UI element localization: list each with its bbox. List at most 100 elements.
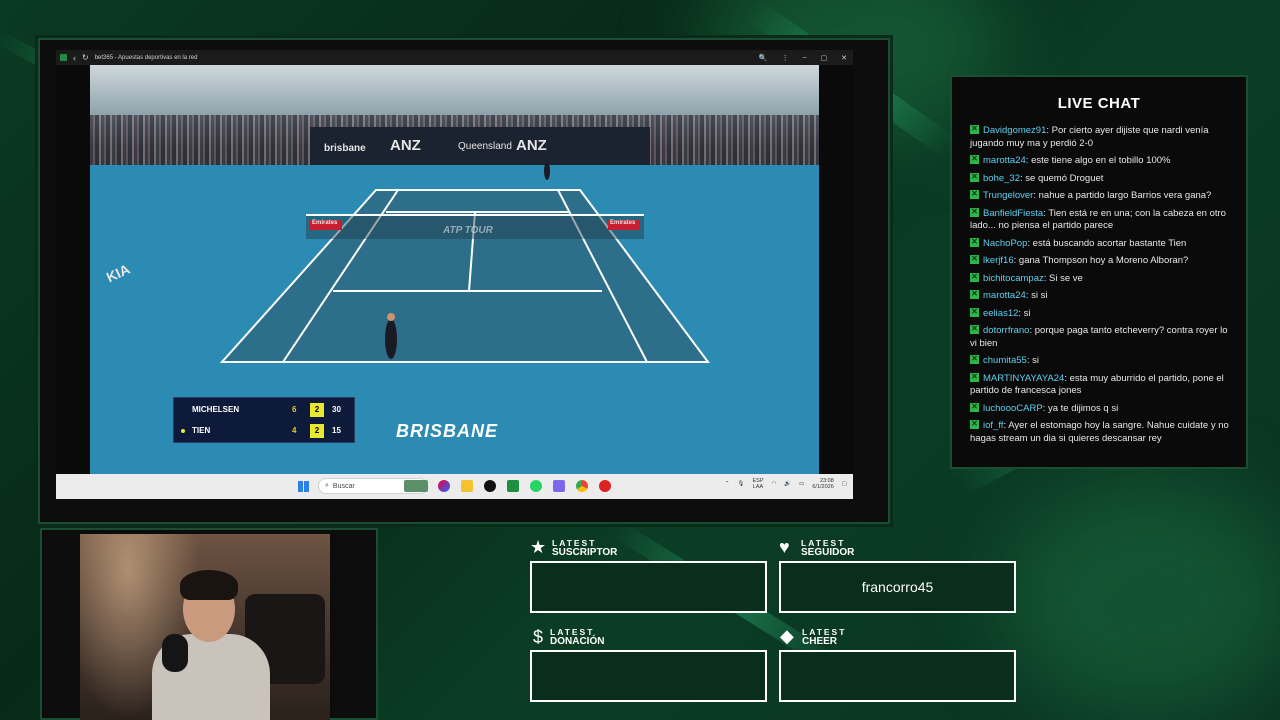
- alert-type: DONACIÓN: [550, 636, 605, 647]
- streamer-hair: [180, 570, 238, 600]
- reload-icon[interactable]: ↻: [82, 53, 89, 62]
- wifi-icon[interactable]: ◠: [772, 481, 777, 487]
- webcam-feed: [80, 534, 330, 720]
- player-points: 30: [332, 405, 341, 414]
- streaming-app-icon[interactable]: [599, 480, 611, 492]
- latest-seguidor-label: LATEST SEGUIDOR: [801, 539, 855, 558]
- chat-username[interactable]: MARTINYAYAYA24: [983, 373, 1064, 384]
- player-points: 15: [332, 426, 341, 435]
- chat-message: eelias12: si: [970, 306, 1235, 321]
- chat-message: dotorrfrano: porque paga tanto etcheverr…: [970, 323, 1235, 350]
- chat-text: si si: [1031, 290, 1048, 301]
- tiktok-icon[interactable]: [484, 480, 496, 492]
- chat-username[interactable]: marotta24: [983, 155, 1026, 166]
- chat-message: iof_ff: Ayer el estomago hoy la sangre. …: [970, 418, 1235, 445]
- latest-suscriptor-label: LATEST SUSCRIPTOR: [552, 539, 618, 558]
- copilot-icon[interactable]: [438, 480, 450, 492]
- chat-username[interactable]: iof_ff: [983, 420, 1003, 431]
- chat-username[interactable]: luchoooCARP: [983, 403, 1043, 414]
- dollar-icon: $: [533, 627, 544, 647]
- volume-icon[interactable]: 🔊: [784, 481, 791, 487]
- search-placeholder: Buscar: [332, 482, 355, 490]
- user-badge-icon: [970, 188, 979, 201]
- chat-text: está buscando acortar bastante Tien: [1032, 237, 1187, 249]
- minimize-button[interactable]: –: [803, 54, 807, 61]
- chat-message: Davidgomez91: Por cierto ayer dijiste qu…: [970, 123, 1235, 150]
- tennis-video-player[interactable]: brisbane ANZ Queensland ANZ ATP TOUR Emi…: [90, 65, 819, 474]
- chat-username[interactable]: dotorrfrano: [983, 325, 1029, 336]
- user-badge-icon: [970, 306, 979, 318]
- language-indicator[interactable]: ESP LAA: [752, 478, 763, 490]
- system-tray: ⌃ 🎙 ESP LAA ◠ 🔊 ▭ 23:08 6/1/2026 ▢: [725, 478, 847, 490]
- chat-text: este tiene algo en el tobillo 100%: [1031, 155, 1171, 166]
- chat-message: chumita55: si: [970, 353, 1235, 368]
- user-badge-icon: [970, 323, 979, 336]
- chat-text: Si se ve: [1049, 272, 1083, 284]
- chat-message-list: Davidgomez91: Por cierto ayer dijiste qu…: [970, 123, 1235, 450]
- microphone-icon[interactable]: 🎙: [738, 481, 745, 487]
- news-widget-icon[interactable]: [404, 480, 428, 492]
- chat-username[interactable]: eelias12: [983, 308, 1018, 319]
- chat-username[interactable]: Trungelover: [983, 190, 1033, 201]
- player-set-score: 4: [292, 426, 297, 435]
- tray-chevron-icon[interactable]: ⌃: [725, 481, 730, 487]
- user-badge-icon: [970, 206, 979, 218]
- diamond-icon: ◆: [780, 626, 794, 646]
- notifications-icon[interactable]: ▢: [842, 481, 847, 487]
- chat-username[interactable]: bichitocampaz: [983, 273, 1044, 284]
- chat-text: gana Thompson hoy a Moreno Alboran?: [1018, 255, 1189, 266]
- match-scoreboard: MICHELSEN 6 2 30 TIEN 4 2 15: [173, 397, 355, 443]
- sponsor-text: Emirates: [610, 220, 636, 226]
- chat-message: marotta24: este tiene algo en el tobillo…: [970, 153, 1235, 168]
- back-icon[interactable]: ‹: [73, 53, 76, 63]
- user-badge-icon: [970, 153, 979, 166]
- chat-message: bohe_32: se quemó Droguet: [970, 171, 1235, 186]
- latest-donacion-box: [530, 650, 767, 702]
- menu-icon[interactable]: ⋮: [782, 54, 789, 62]
- teams-icon[interactable]: [553, 480, 565, 492]
- windows-start-icon[interactable]: [298, 481, 309, 492]
- video-letterbox-right: [819, 65, 853, 474]
- chat-text: si: [1023, 307, 1031, 319]
- windows-taskbar: ⌕ Buscar ⌃ 🎙 ESP LAA ◠ 🔊 ▭ 23:08 6/1/202…: [56, 474, 853, 499]
- chat-text: se quemó Droguet: [1025, 172, 1104, 184]
- user-badge-icon: [970, 288, 979, 301]
- chat-username[interactable]: NachoPop: [983, 238, 1027, 249]
- player-game-score: 2: [310, 402, 324, 417]
- chat-username[interactable]: Davidgomez91: [983, 125, 1046, 136]
- alert-type: SEGUIDOR: [801, 547, 855, 558]
- latest-seguidor-box: francorro45: [779, 561, 1016, 613]
- chat-message: luchoooCARP: ya te dijimos q si: [970, 401, 1235, 416]
- sponsor-text: ATP TOUR: [443, 225, 493, 236]
- sponsor-text: Emirates: [312, 220, 338, 226]
- bet365-app-icon[interactable]: [507, 480, 519, 492]
- alert-type: SUSCRIPTOR: [552, 547, 618, 558]
- chat-username[interactable]: bohe_32: [983, 173, 1020, 184]
- chat-text: ya te dijimos q si: [1047, 402, 1119, 414]
- clock-date: 6/1/2026: [812, 484, 834, 490]
- browser-titlebar: ‹ ↻ bet365 - Apuestas deportivas en la r…: [56, 50, 853, 65]
- chat-message: BanfieldFiesta: Tien está re en una; con…: [970, 206, 1235, 233]
- chat-title: LIVE CHAT: [1057, 95, 1141, 112]
- microphone: [162, 634, 188, 672]
- chrome-icon[interactable]: [576, 480, 588, 492]
- close-button[interactable]: ✕: [841, 54, 847, 62]
- user-badge-icon: [970, 123, 979, 136]
- battery-icon[interactable]: ▭: [799, 481, 804, 487]
- chat-username[interactable]: BanfieldFiesta: [983, 208, 1043, 219]
- file-explorer-icon[interactable]: [461, 480, 473, 492]
- star-icon: ★: [530, 537, 547, 557]
- chat-text: nahue a partido largo Barrios vera gana?: [1038, 190, 1212, 201]
- zoom-icon[interactable]: 🔍: [759, 54, 768, 62]
- chat-username[interactable]: chumita55: [983, 355, 1027, 366]
- user-badge-icon: [970, 401, 979, 413]
- chat-username[interactable]: lkerjf16: [983, 255, 1014, 266]
- latest-cheer-box: [779, 650, 1016, 702]
- maximize-button[interactable]: ▢: [821, 54, 828, 62]
- user-badge-icon: [970, 353, 979, 366]
- chat-username[interactable]: marotta24: [983, 290, 1026, 301]
- live-chat-panel: LIVE CHAT Davidgomez91: Por cierto ayer …: [950, 75, 1248, 469]
- whatsapp-icon[interactable]: [530, 480, 542, 492]
- player-name: MICHELSEN: [192, 405, 240, 414]
- taskbar-clock[interactable]: 23:08 6/1/2026: [812, 478, 833, 490]
